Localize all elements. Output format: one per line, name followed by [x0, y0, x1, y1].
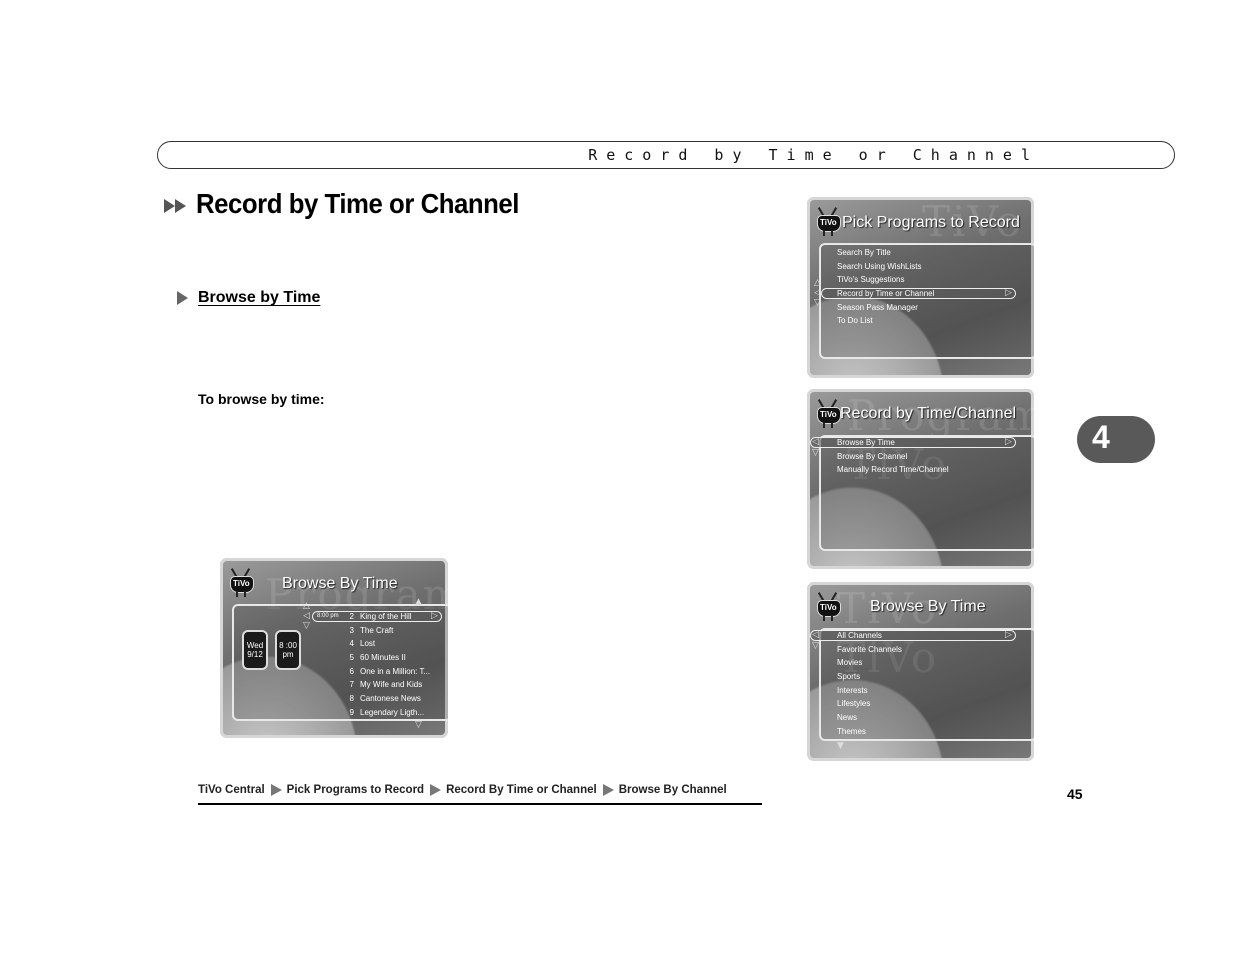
chapter-tab: 4 — [1077, 416, 1155, 463]
page-up-icon[interactable]: ▲ — [415, 598, 422, 607]
menu-item[interactable]: Sports — [837, 670, 902, 684]
program-row[interactable]: 3 The Craft — [342, 624, 430, 638]
menu-item[interactable]: Browse By Channel — [837, 450, 949, 464]
tivo-logo-icon: TiVo — [815, 207, 841, 237]
menu-item[interactable]: TiVo's Suggestions — [837, 273, 934, 287]
fast-forward-icon — [164, 199, 186, 213]
down-arrow-icon: ▽ — [814, 298, 821, 308]
running-header: Record by Time or Channel — [157, 141, 1175, 169]
program-row[interactable]: 6 One in a Million: T... — [342, 665, 431, 679]
subheading-browse-by-time[interactable]: Browse by Time — [198, 289, 320, 307]
program-row[interactable]: 9 Legendary Ligth... — [342, 706, 430, 720]
breadcrumb-arrow-icon — [430, 784, 442, 796]
menu-item[interactable]: News — [837, 711, 902, 725]
menu-item[interactable]: Manually Record Time/Channel — [837, 463, 949, 477]
screen-title: Pick Programs to Record — [842, 214, 1020, 231]
right-arrow-icon: ▷ — [1005, 630, 1012, 640]
menu-list: Browse By Time Browse By Channel Manuall… — [837, 436, 949, 477]
menu-list: All Channels Favorite Channels Movies Sp… — [837, 629, 902, 739]
down-arrow-icon: ▽ — [812, 641, 819, 651]
screen-title: Record by Time/Channel — [840, 405, 1017, 422]
menu-item[interactable]: Season Pass Manager — [837, 301, 934, 315]
program-row[interactable]: 5 60 Minutes II — [342, 651, 430, 665]
menu-item[interactable]: Movies — [837, 656, 902, 670]
section-title-row: Record by Time or Channel — [164, 188, 547, 220]
left-arrow-icon: ◁ — [814, 288, 821, 298]
up-arrow-icon: △ — [814, 278, 821, 288]
footer-breadcrumb: TiVo Central Pick Programs to Record Rec… — [198, 784, 727, 796]
menu-item-selected[interactable]: All Channels — [837, 629, 902, 643]
program-row[interactable]: 2 King of the Hill — [342, 610, 430, 624]
screen-title: Browse By Time — [870, 598, 986, 615]
date-value: 9/12 — [247, 650, 263, 659]
instruction-heading: To browse by time: — [198, 391, 325, 407]
play-icon — [177, 291, 188, 305]
date-day: Wed — [246, 641, 264, 650]
screen-browse-by-time-grid: Programs TiVo Browse By Time Wed 9/12 8 … — [220, 558, 448, 738]
left-arrow-icon: ◁ — [812, 437, 819, 447]
left-arrow-icon: ◁ — [303, 611, 310, 621]
menu-item[interactable]: Interests — [837, 684, 902, 698]
breadcrumb-item[interactable]: Browse By Channel — [619, 784, 727, 796]
more-down-arrow-icon[interactable]: ▼ — [837, 742, 844, 751]
up-arrow-icon: △ — [303, 601, 310, 611]
screen-browse-by-time-categories: TiVo TiVo TiVo Browse By Time ◁ ▽ ▷ ▼ Al… — [807, 582, 1034, 761]
left-arrow-icon: ◁ — [812, 630, 819, 640]
footer-divider — [198, 803, 762, 805]
right-arrow-icon: ▷ — [1005, 288, 1012, 298]
program-row[interactable]: 8 Cantonese News — [342, 692, 430, 706]
program-grid: 2 King of the Hill 3 The Craft 4 Lost 5 60 M… — [342, 610, 431, 720]
right-arrow-icon: ▷ — [431, 611, 438, 621]
page-number: 45 — [1067, 786, 1083, 802]
screen-pick-programs: TiVo TiVo Pick Programs to Record △ ◁ ▽ … — [807, 197, 1034, 378]
menu-item-selected[interactable]: Browse By Time — [837, 436, 949, 450]
screen-title: Browse By Time — [282, 575, 398, 592]
chapter-number: 4 — [1092, 419, 1110, 455]
page-down-icon[interactable]: ▽ — [415, 721, 422, 730]
running-header-title: Record by Time or Channel — [588, 146, 1039, 164]
time-ampm: pm — [282, 650, 294, 659]
date-box[interactable]: Wed 9/12 — [242, 630, 268, 670]
page-title: Record by Time or Channel — [196, 188, 519, 219]
subheading-row: Browse by Time — [177, 289, 320, 307]
tivo-logo-icon: TiVo — [815, 399, 841, 429]
down-arrow-icon: ▽ — [303, 621, 310, 631]
menu-item[interactable]: Themes — [837, 725, 902, 739]
breadcrumb-arrow-icon — [270, 784, 282, 796]
menu-list: Search By Title Search Using WishLists T… — [837, 246, 934, 328]
breadcrumb-item[interactable]: TiVo Central — [198, 784, 265, 796]
time-value: 8 :00 — [279, 641, 297, 650]
menu-item[interactable]: Search By Title — [837, 246, 934, 260]
time-box[interactable]: 8 :00 pm — [275, 630, 301, 670]
menu-item-selected[interactable]: Record by Time or Channel — [837, 287, 934, 301]
menu-item[interactable]: Favorite Channels — [837, 643, 902, 657]
down-arrow-icon: ▽ — [812, 448, 819, 458]
menu-item[interactable]: To Do List — [837, 314, 934, 328]
program-row[interactable]: 4 Lost — [342, 637, 430, 651]
tivo-logo-icon: TiVo — [815, 592, 841, 622]
menu-item[interactable]: Lifestyles — [837, 697, 902, 711]
breadcrumb-item[interactable]: Record By Time or Channel — [446, 784, 597, 796]
breadcrumb-item[interactable]: Pick Programs to Record — [287, 784, 424, 796]
menu-item[interactable]: Search Using WishLists — [837, 260, 934, 274]
screen-record-by-time-channel: Programs TiVo TiVo Record by Time/Channe… — [807, 389, 1034, 569]
selected-time: 8:00 pm — [317, 613, 339, 619]
right-arrow-icon: ▷ — [1005, 437, 1012, 447]
tivo-logo-icon: TiVo — [228, 568, 254, 598]
program-row[interactable]: 7 My Wife and Kids — [342, 678, 430, 692]
breadcrumb-arrow-icon — [602, 784, 614, 796]
